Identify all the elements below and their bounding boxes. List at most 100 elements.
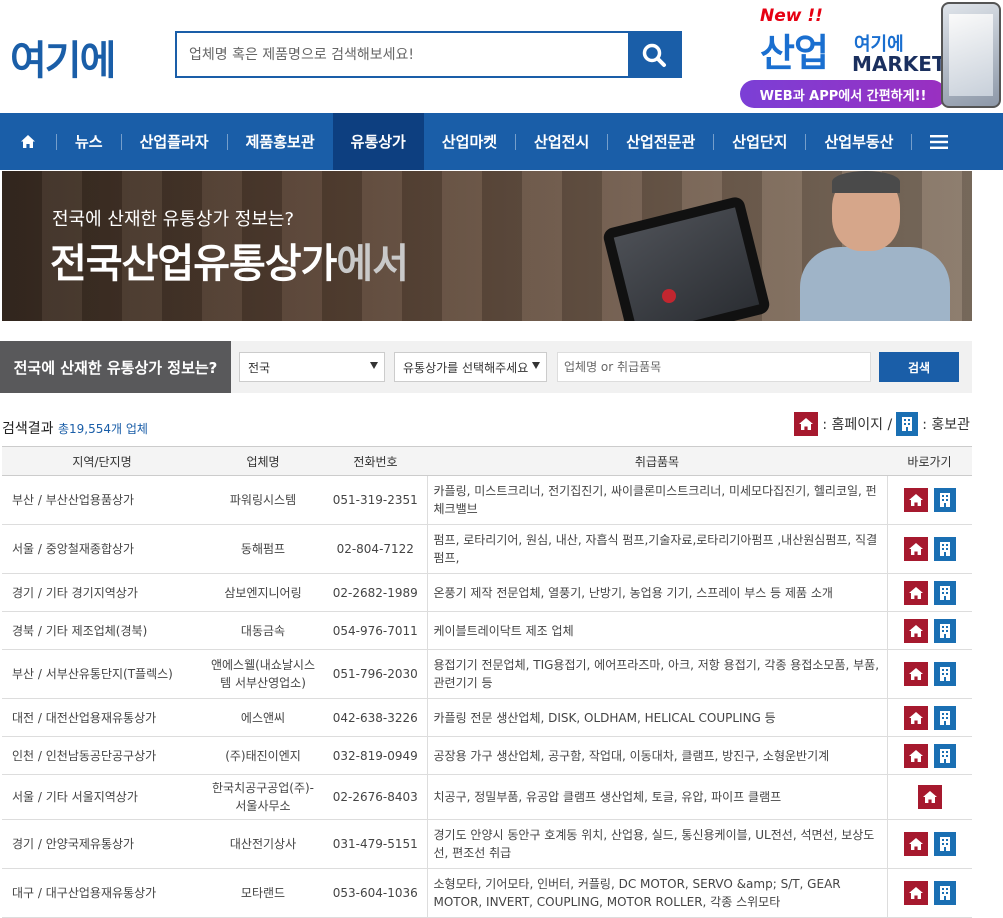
homepage-button[interactable]	[903, 705, 928, 730]
homepage-button[interactable]	[903, 832, 928, 856]
homepage-button[interactable]	[903, 618, 928, 643]
cell-items: 온풍기 제작 전문업체, 열풍기, 난방기, 농업용 기기, 스프레이 부스 등…	[426, 573, 888, 612]
promo-button[interactable]	[933, 705, 956, 730]
nav-item-industry-specialty[interactable]: 산업전문관	[608, 113, 713, 170]
map-pin-icon	[662, 289, 676, 303]
cell-items: 공장용 가구 생산업체, 공구함, 작업대, 이동대차, 클램프, 방진구, 소…	[426, 736, 888, 775]
homepage-button[interactable]	[903, 580, 928, 605]
building-icon	[939, 885, 951, 901]
cell-items: 소형모타, 기어모타, 인버터, 커플링, DC MOTOR, SERVO &a…	[426, 868, 888, 918]
shortcut-buttons	[894, 488, 967, 512]
promo-button[interactable]	[933, 832, 956, 856]
keyword-input[interactable]	[557, 352, 871, 382]
legend-promo-text: : 홍보관	[922, 417, 970, 433]
nav-item-industry-market[interactable]: 산업마켓	[424, 113, 515, 170]
cell-shortcut	[887, 524, 972, 574]
shortcut-buttons	[894, 618, 967, 643]
nav-item-industry-realestate[interactable]: 산업부동산	[806, 113, 911, 170]
cell-phone: 02-2676-8403	[324, 774, 427, 820]
phone-image	[941, 2, 1001, 108]
banner-subtitle: 전국에 산재한 유통상가 정보는?	[52, 209, 294, 230]
home-icon	[794, 412, 819, 436]
home-icon	[908, 624, 924, 638]
nav-item-industry-exhibition[interactable]: 산업전시	[516, 113, 607, 170]
promo-button[interactable]	[933, 618, 956, 643]
market-banner[interactable]: New !! 산업 여기에 MARKET WEB과 APP에서 간편하게!!	[738, 2, 1003, 110]
cell-phone: 02-804-7122	[324, 524, 427, 574]
nav-menu-button[interactable]	[912, 113, 966, 170]
table-row: 경북 / 기타 제조업체(경북) 대동금속 054-976-7011 케이블트레이닥트…	[2, 611, 972, 650]
cell-name: 동해펌프	[202, 524, 324, 574]
homepage-button[interactable]	[903, 537, 928, 561]
cell-phone: 053-604-1036	[324, 868, 427, 918]
promo-button[interactable]	[933, 662, 956, 686]
promo-button[interactable]	[933, 881, 956, 905]
promo-button[interactable]	[933, 488, 956, 512]
homepage-button[interactable]	[903, 662, 928, 686]
logo-text: 여기에	[10, 38, 116, 84]
nav-home[interactable]	[0, 113, 56, 170]
building-icon	[896, 412, 919, 436]
person-hair	[832, 171, 900, 193]
cell-items: 용접기기 전문업체, TIG용접기, 에어프라즈마, 아크, 저항 용접기, 각…	[426, 649, 888, 699]
promo-button[interactable]	[933, 537, 956, 561]
chevron-down-icon	[532, 362, 540, 369]
shortcut-buttons	[894, 832, 967, 856]
nav-item-distribution[interactable]: 유통상가	[332, 113, 424, 170]
search-button[interactable]	[628, 33, 680, 76]
homepage-button[interactable]	[903, 881, 928, 905]
nav-item-product-promo[interactable]: 제품홍보관	[228, 113, 333, 170]
shortcut-buttons	[894, 881, 967, 905]
type-select-value: 유통상가를 선택해주세요	[403, 360, 529, 375]
search-input[interactable]	[177, 33, 628, 76]
nav-item-news[interactable]: 뉴스	[57, 113, 121, 170]
market-title: 산업	[760, 31, 829, 75]
building-icon	[939, 541, 951, 557]
homepage-button[interactable]	[903, 488, 928, 512]
cell-items: 카플링 전문 생산업체, DISK, OLDHAM, HELICAL COUPL…	[426, 698, 888, 737]
homepage-button[interactable]	[917, 785, 942, 809]
cell-name: 삼보엔지니어링	[202, 573, 324, 612]
promo-button[interactable]	[933, 580, 956, 605]
banner-title-strong: 전국산업유통상가	[50, 241, 337, 287]
cell-name: 에스앤씨	[202, 698, 324, 737]
region-select-value: 전국	[248, 360, 271, 375]
type-select[interactable]: 유통상가를 선택해주세요	[394, 352, 547, 382]
cell-phone: 031-479-5151	[324, 819, 427, 869]
cell-region: 경기 / 기타 경기지역상가	[2, 573, 202, 612]
homepage-button[interactable]	[903, 743, 928, 768]
main-nav: 뉴스 산업플라자 제품홍보관 유통상가 산업마켓 산업전시 산업전문관 산업단지…	[0, 113, 1003, 170]
shortcut-buttons	[894, 705, 967, 730]
nav-item-industry-plaza[interactable]: 산업플라자	[122, 113, 227, 170]
region-select[interactable]: 전국	[239, 352, 385, 382]
site-logo[interactable]: yogi 여기에	[10, 22, 155, 87]
promo-button[interactable]	[933, 743, 956, 768]
table-header-row: 지역/단지명 업체명 전화번호 취급품목 바로가기	[2, 446, 972, 476]
cell-name: (주)태진이엔지	[202, 736, 324, 775]
cell-region: 부산 / 서부산유통단지(T플렉스)	[2, 649, 202, 699]
tablet-image	[601, 195, 772, 321]
cell-items: 펌프, 로타리기어, 원심, 내산, 자흡식 펌프,기술자료,로타리기아펌프 ,…	[426, 524, 888, 574]
filter-area: 전국 유통상가를 선택해주세요 검색	[231, 341, 972, 393]
legend-home-text: : 홈페이지 /	[822, 417, 893, 433]
cell-items: 케이블트레이닥트 제조 업체	[426, 611, 888, 650]
result-summary: 검색결과 총19,554개 업체 : 홈페이지 / : 홍보관	[2, 412, 972, 440]
filter-search-button[interactable]: 검색	[879, 352, 959, 382]
home-icon	[908, 886, 924, 900]
table-row: 경기 / 안양국제유통상가 대산전기상사 031-479-5151 경기도 안양시 동…	[2, 819, 972, 869]
search-box	[175, 31, 682, 78]
cell-phone: 054-976-7011	[324, 611, 427, 650]
person-body	[800, 247, 950, 321]
cell-shortcut	[887, 868, 972, 918]
nav-item-industry-complex[interactable]: 산업단지	[714, 113, 805, 170]
table-row: 서울 / 중앙철재종합상가 동해펌프 02-804-7122 펌프, 로타리기어, 원…	[2, 524, 972, 574]
cell-name: 한국치공구공업(주)-서울사무소	[202, 774, 324, 820]
hamburger-icon	[930, 134, 949, 149]
person-image	[792, 171, 972, 321]
cell-region: 부산 / 부산산업용품상가	[2, 475, 202, 525]
table-row: 대전 / 대전산업용재유통상가 에스앤씨 042-638-3226 카플링 전문 생산…	[2, 698, 972, 737]
cell-phone: 051-319-2351	[324, 475, 427, 525]
building-icon	[939, 623, 951, 639]
building-icon	[939, 492, 951, 508]
shortcut-buttons	[894, 537, 967, 561]
